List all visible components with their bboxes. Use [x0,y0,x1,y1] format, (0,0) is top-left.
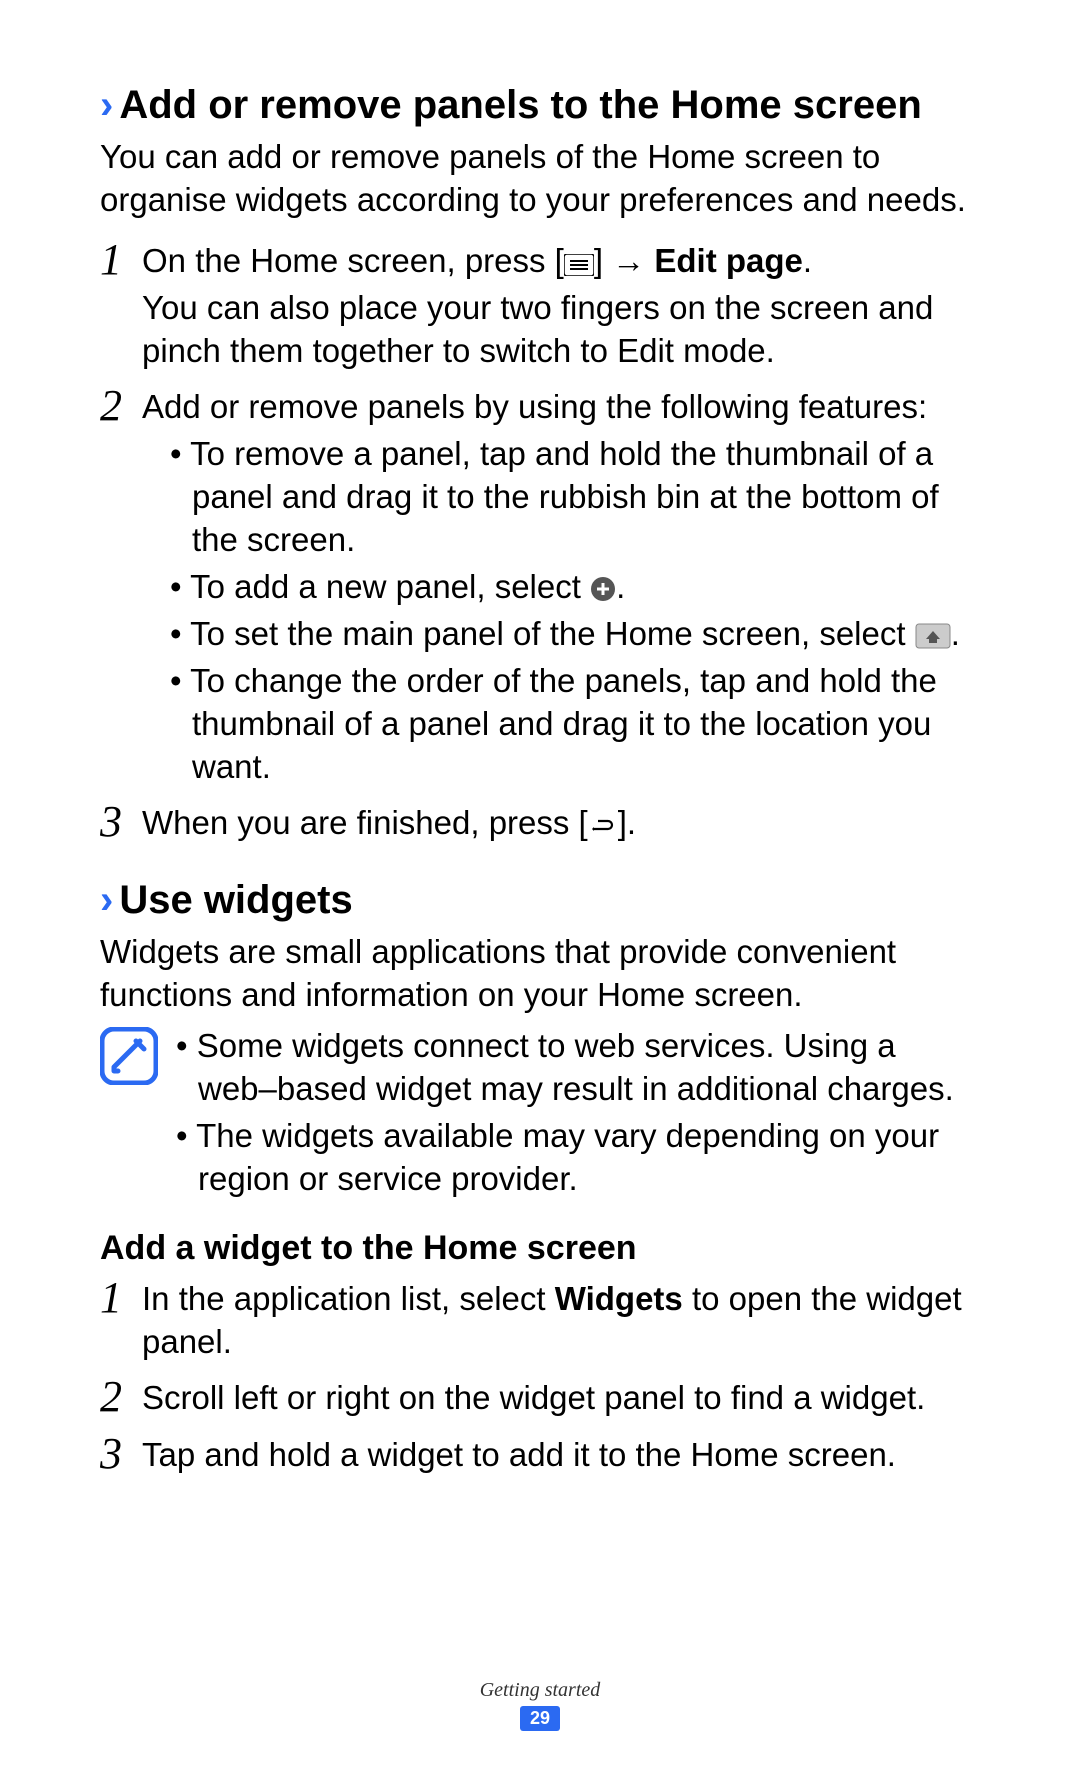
step-number: 1 [100,1276,142,1320]
list-item: To set the main panel of the Home screen… [170,613,980,656]
note-icon [100,1027,158,1085]
step-2: 2 Scroll left or right on the widget pan… [100,1377,980,1424]
text: To add a new panel, select [190,568,590,605]
step-body: In the application list, select Widgets … [142,1278,980,1368]
heading-text: Add or remove panels to the Home screen [119,83,921,127]
step-body: When you are finished, press []. [142,802,980,849]
step-2: 2 Add or remove panels by using the foll… [100,386,980,792]
step-number: 3 [100,1432,142,1476]
bullet-list: To remove a panel, tap and hold the thum… [142,433,980,788]
text: ] → [594,242,655,279]
section-intro: Widgets are small applications that prov… [100,931,980,1017]
step-3: 3 Tap and hold a widget to add it to the… [100,1434,980,1481]
footer-chapter: Getting started [0,1679,1080,1702]
text: Scroll left or right on the widget panel… [142,1377,980,1420]
page-footer: Getting started 29 [0,1679,1080,1731]
chevron-icon: › [100,878,113,922]
text: When you are finished, press [ [142,804,588,841]
text: Add or remove panels by using the follow… [142,386,980,429]
section-intro: You can add or remove panels of the Home… [100,136,980,222]
bold-text: Edit page [654,242,803,279]
heading-text: Use widgets [119,878,352,922]
text: . [951,615,960,652]
manual-page: ›Add or remove panels to the Home screen… [0,0,1080,1771]
list-item: To change the order of the panels, tap a… [170,660,980,789]
text: To set the main panel of the Home screen… [190,615,915,652]
text: You can also place your two fingers on t… [142,287,980,373]
step-body: Add or remove panels by using the follow… [142,386,980,792]
list-item: The widgets available may vary depending… [176,1115,980,1201]
step-body: On the Home screen, press [ ] → Edit page… [142,240,980,377]
plus-circle-icon [590,576,616,602]
menu-icon [564,254,594,276]
step-body: Scroll left or right on the widget panel… [142,1377,980,1424]
step-number: 3 [100,800,142,844]
chevron-icon: › [100,83,113,127]
text: Tap and hold a widget to add it to the H… [142,1434,980,1477]
section-heading-widgets: ›Use widgets [100,875,980,925]
note-list: Some widgets connect to web services. Us… [176,1025,980,1205]
step-3: 3 When you are finished, press []. [100,802,980,849]
text: . [616,568,625,605]
list-item: Some widgets connect to web services. Us… [176,1025,980,1111]
text: ]. [618,804,636,841]
step-number: 2 [100,384,142,428]
text: On the Home screen, press [ [142,242,564,279]
page-number: 29 [520,1706,560,1731]
note-block: Some widgets connect to web services. Us… [100,1025,980,1205]
step-number: 1 [100,238,142,282]
text: . [803,242,812,279]
list-item: To add a new panel, select . [170,566,980,609]
back-icon [588,816,618,838]
bold-text: Widgets [555,1280,683,1317]
step-1: 1 In the application list, select Widget… [100,1278,980,1368]
subheading-add-widget: Add a widget to the Home screen [100,1229,980,1268]
list-item: To remove a panel, tap and hold the thum… [170,433,980,562]
step-1: 1 On the Home screen, press [ ] → Edit pa… [100,240,980,377]
step-number: 2 [100,1375,142,1419]
step-body: Tap and hold a widget to add it to the H… [142,1434,980,1481]
text: In the application list, select [142,1280,555,1317]
section-heading-panels: ›Add or remove panels to the Home screen [100,80,980,130]
home-button-icon [915,623,951,649]
